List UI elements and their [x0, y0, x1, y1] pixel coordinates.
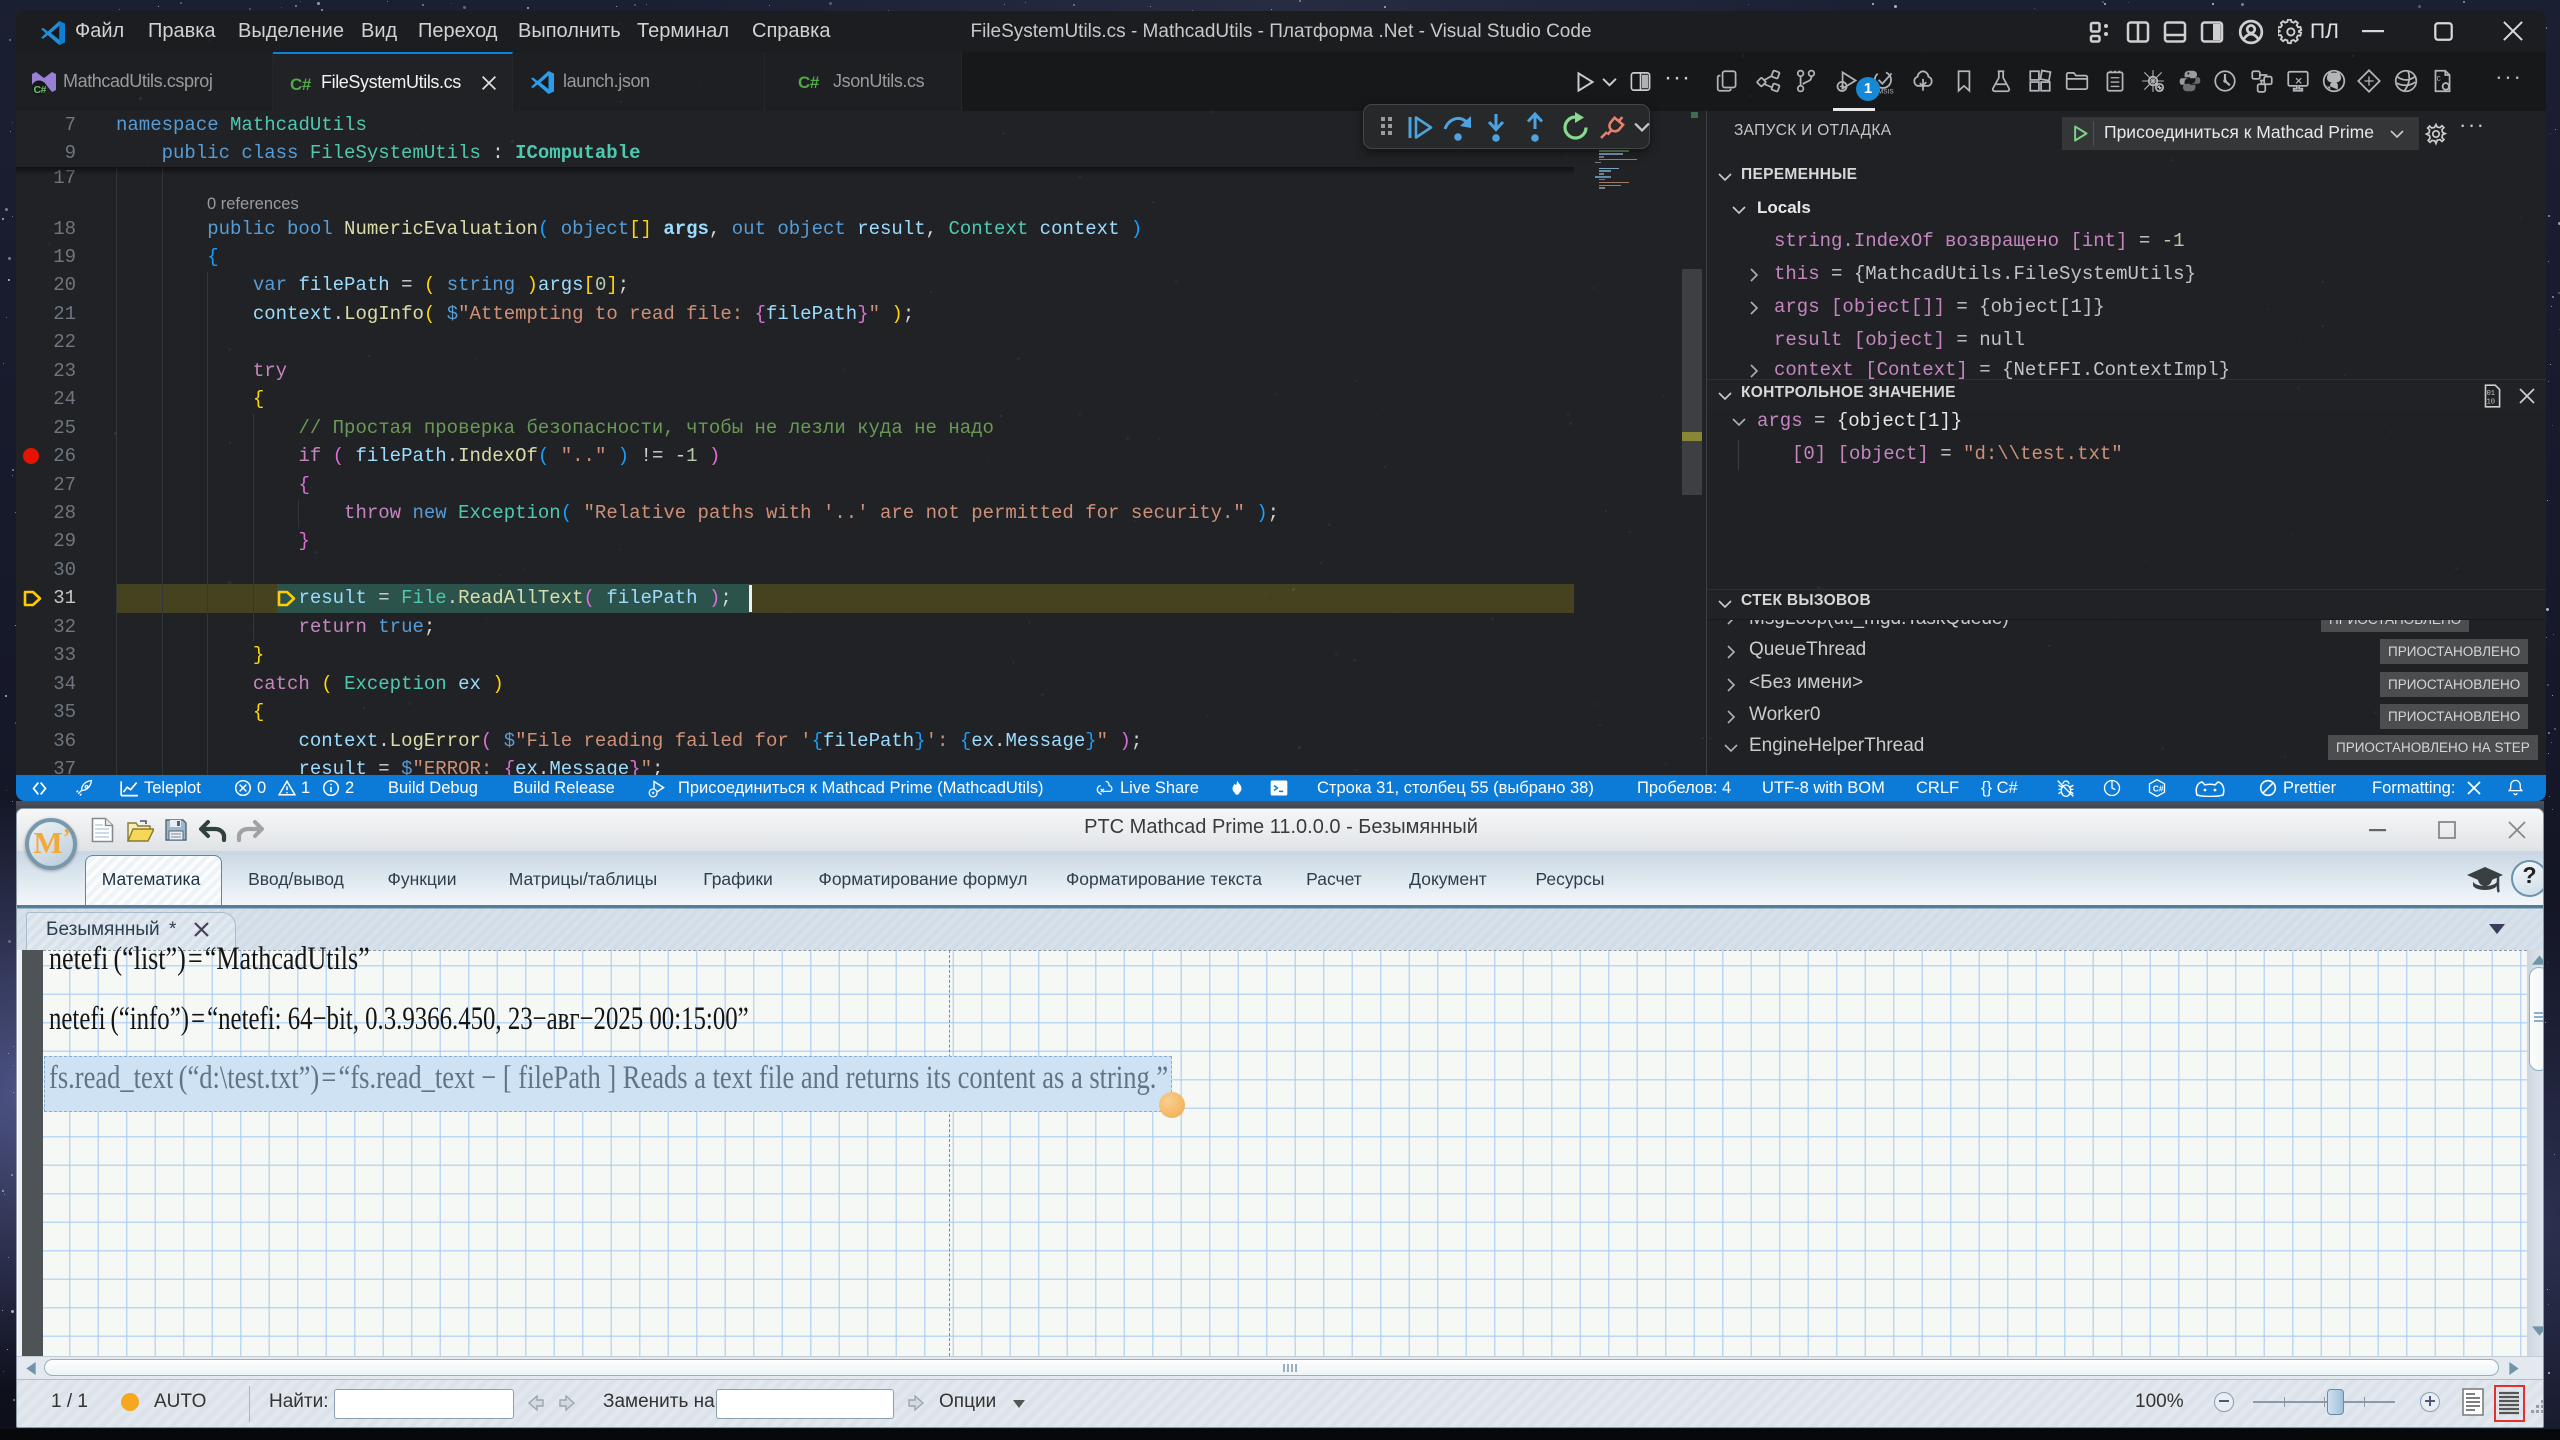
svg-text:10: 10 [2487, 399, 2495, 407]
svg-text:C#: C# [798, 73, 820, 92]
svg-text:C: C [2437, 76, 2441, 84]
svg-text:C#: C# [34, 84, 47, 96]
svg-text:C#: C# [290, 75, 312, 94]
svg-text:01: 01 [2487, 390, 2495, 398]
svg-text:C#: C# [2153, 783, 2164, 793]
